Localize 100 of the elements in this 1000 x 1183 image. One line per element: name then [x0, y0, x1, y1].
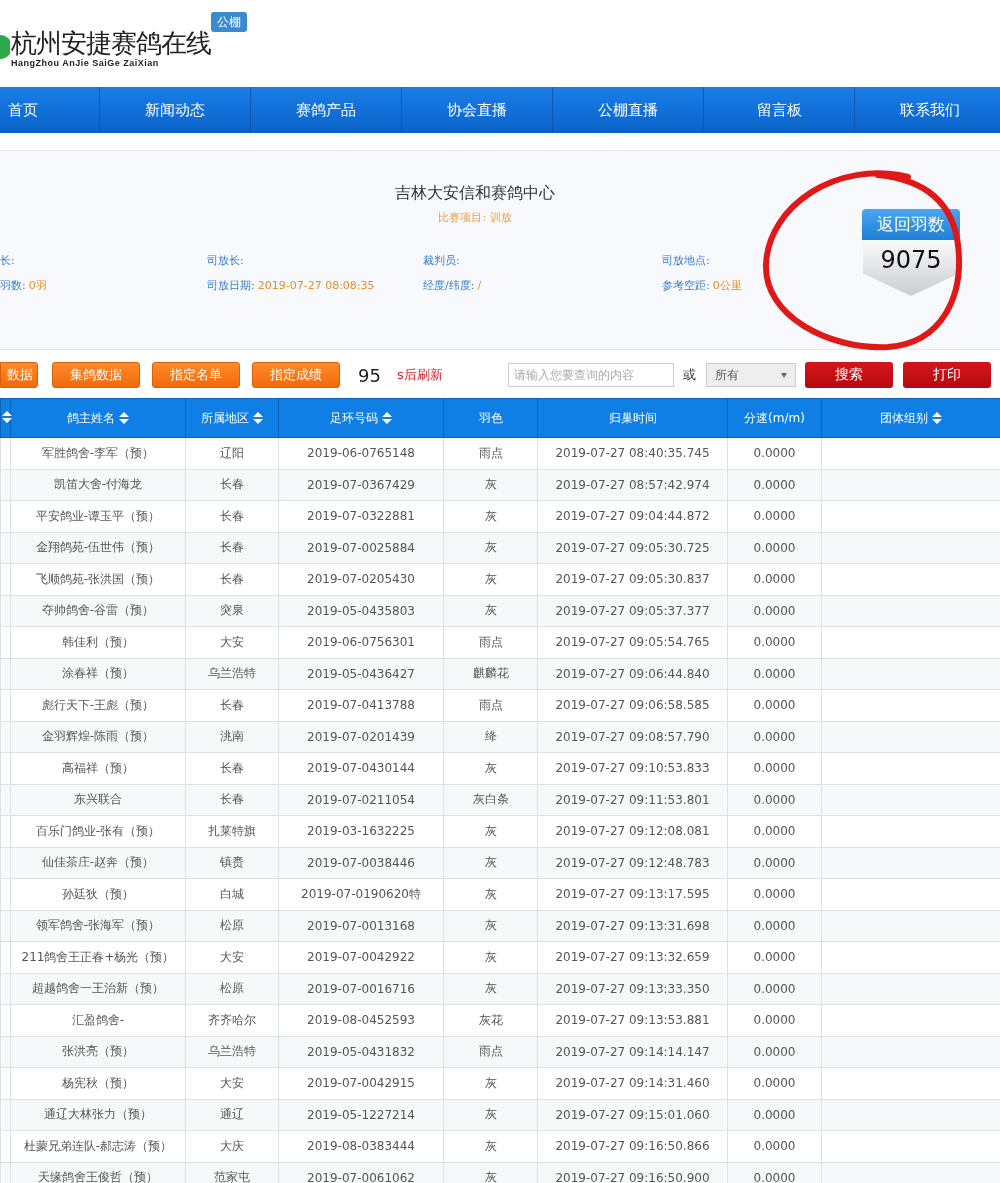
table-cell: 大安	[185, 626, 279, 658]
table-cell: 2019-07-27 09:05:30.837	[537, 563, 728, 595]
table-cell: 2019-07-27 09:12:48.783	[537, 847, 728, 879]
table-cell: 超越鸽舍一王治新（预）	[10, 973, 186, 1005]
column-header[interactable]: 分速(m/m)	[727, 398, 822, 438]
table-cell: 杜蒙兄弟连队-郝志涛（预）	[10, 1130, 186, 1162]
table-cell: 松原	[185, 910, 279, 942]
search-button[interactable]: 搜索	[804, 362, 893, 388]
table-cell: 2019-07-27 09:13:17.595	[537, 878, 728, 910]
field-value: 0羽	[28, 279, 47, 292]
table-cell: 2019-07-0016716	[278, 973, 444, 1005]
data-button[interactable]: 指定名单	[152, 362, 240, 388]
table-cell: 2019-07-27 09:05:37.377	[537, 595, 728, 627]
table-cell: 2019-07-27 09:13:31.698	[537, 910, 728, 942]
column-header[interactable]: 归巢时间	[537, 398, 728, 438]
table-cell: 2019-07-0013168	[278, 910, 444, 942]
table-cell: 灰	[443, 532, 538, 564]
table-cell: 0.0000	[727, 1036, 822, 1068]
table-cell: 0.0000	[727, 469, 822, 501]
table-cell: 2019-07-27 08:40:35.745	[537, 437, 728, 469]
table-cell: 0.0000	[727, 500, 822, 532]
table-cell: 0.0000	[727, 1099, 822, 1131]
field-label: 司放日期:	[207, 279, 255, 292]
site-subtitle: HangZhou AnJie SaiGe ZaiXian	[11, 58, 160, 68]
table-cell: 2019-07-0201439	[278, 721, 444, 753]
table-cell: 2019-07-27 09:16:50.866	[537, 1130, 728, 1162]
table-cell: 2019-07-0205430	[278, 563, 444, 595]
table-cell: 2019-08-0452593	[278, 1004, 444, 1036]
table-cell: 大安	[185, 941, 279, 973]
table-cell: 绛	[443, 721, 538, 753]
data-button[interactable]: 数据	[0, 362, 38, 388]
table-cell: 长春	[185, 689, 279, 721]
column-header[interactable]: 所属地区	[185, 398, 279, 438]
table-cell: 2019-07-27 09:11:53.801	[537, 784, 728, 816]
table-cell: 2019-07-27 09:13:32.659	[537, 941, 728, 973]
table-cell: 2019-07-27 09:06:58.585	[537, 689, 728, 721]
sort-icon[interactable]	[2, 410, 12, 423]
table-cell: 2019-07-27 09:13:53.881	[537, 1004, 728, 1036]
sort-icon[interactable]	[932, 412, 942, 424]
table-cell: 2019-06-0765148	[278, 437, 444, 469]
sort-icon[interactable]	[253, 412, 263, 424]
column-header[interactable]: 羽色	[443, 398, 538, 438]
column-header[interactable]: 足环号码	[278, 398, 444, 438]
table-cell: 乌兰浩特	[185, 1036, 279, 1068]
search-field[interactable]: 请输入您要查询的内容	[507, 363, 674, 387]
table-cell: 长春	[185, 784, 279, 816]
column-header[interactable]: 鸽主姓名	[10, 398, 186, 438]
table-cell: 2019-07-0042915	[278, 1067, 444, 1099]
table-cell: 灰	[443, 847, 538, 879]
table-cell: 通辽大林张力（预）	[10, 1099, 186, 1131]
sort-icon[interactable]	[119, 412, 129, 424]
table-cell: 灰	[443, 1067, 538, 1099]
table-cell: 飞顺鸽苑-张洪国（预）	[10, 563, 186, 595]
or-label: 或	[682, 366, 696, 384]
field-label: 长:	[0, 254, 15, 267]
table-cell: 突泉	[185, 595, 279, 627]
table-cell: 灰	[443, 973, 538, 1005]
column-header[interactable]: 团体组别	[821, 398, 1000, 438]
table-cell: 2019-05-1227214	[278, 1099, 444, 1131]
table-cell: 涂春祥（预）	[10, 658, 186, 690]
nav-link[interactable]: 首页	[0, 87, 100, 133]
sort-icon[interactable]	[382, 412, 392, 424]
table-cell: 军胜鸽舍-李军（预）	[10, 437, 186, 469]
table-cell: 2019-07-0211054	[278, 784, 444, 816]
field-label: 参考空距:	[662, 279, 710, 292]
table-cell: 0.0000	[727, 689, 822, 721]
nav-link[interactable]: 赛鸽产品	[251, 87, 402, 133]
table-cell: 2019-07-0322881	[278, 500, 444, 532]
print-button[interactable]: 打印	[902, 362, 991, 388]
filter-dropdown[interactable]: 所有	[705, 363, 796, 387]
table-cell: 2019-03-1632225	[278, 815, 444, 847]
table-cell: 0.0000	[727, 1004, 822, 1036]
field-value: 0公里	[712, 279, 742, 292]
nav-link[interactable]: 留言板	[704, 87, 855, 133]
table-cell: 211鸽舍王正春+杨光（预）	[10, 941, 186, 973]
table-cell: 0.0000	[727, 878, 822, 910]
table-cell: 白城	[185, 878, 279, 910]
column-header[interactable]	[0, 398, 11, 438]
table-cell: 辽阳	[185, 437, 279, 469]
table-cell: 扎莱特旗	[185, 815, 279, 847]
table-cell: 2019-07-27 09:08:57.790	[537, 721, 728, 753]
table-cell: 汇盈鸽舍-	[10, 1004, 186, 1036]
table-cell: 0.0000	[727, 721, 822, 753]
table-cell: 2019-07-0413788	[278, 689, 444, 721]
table-cell: 韩佳利（预）	[10, 626, 186, 658]
table-cell: 长春	[185, 532, 279, 564]
nav-link[interactable]: 协会直播	[402, 87, 553, 133]
table-cell: 灰	[443, 815, 538, 847]
data-button[interactable]: 集鸽数据	[52, 362, 140, 388]
table-cell: 雨点	[443, 437, 538, 469]
table-cell: 高福祥（预）	[10, 752, 186, 784]
field-label: 司放地点:	[662, 254, 710, 267]
table-cell: 2019-07-27 09:05:54.765	[537, 626, 728, 658]
nav-link[interactable]: 联系我们	[855, 87, 1000, 133]
nav-link[interactable]: 公棚直播	[553, 87, 704, 133]
nav-link[interactable]: 新闻动态	[100, 87, 251, 133]
table-cell: 0.0000	[727, 815, 822, 847]
table-cell: 夺帅鸽舍-谷雷（预）	[10, 595, 186, 627]
table-cell: 灰花	[443, 1004, 538, 1036]
data-button[interactable]: 指定成绩	[252, 362, 340, 388]
